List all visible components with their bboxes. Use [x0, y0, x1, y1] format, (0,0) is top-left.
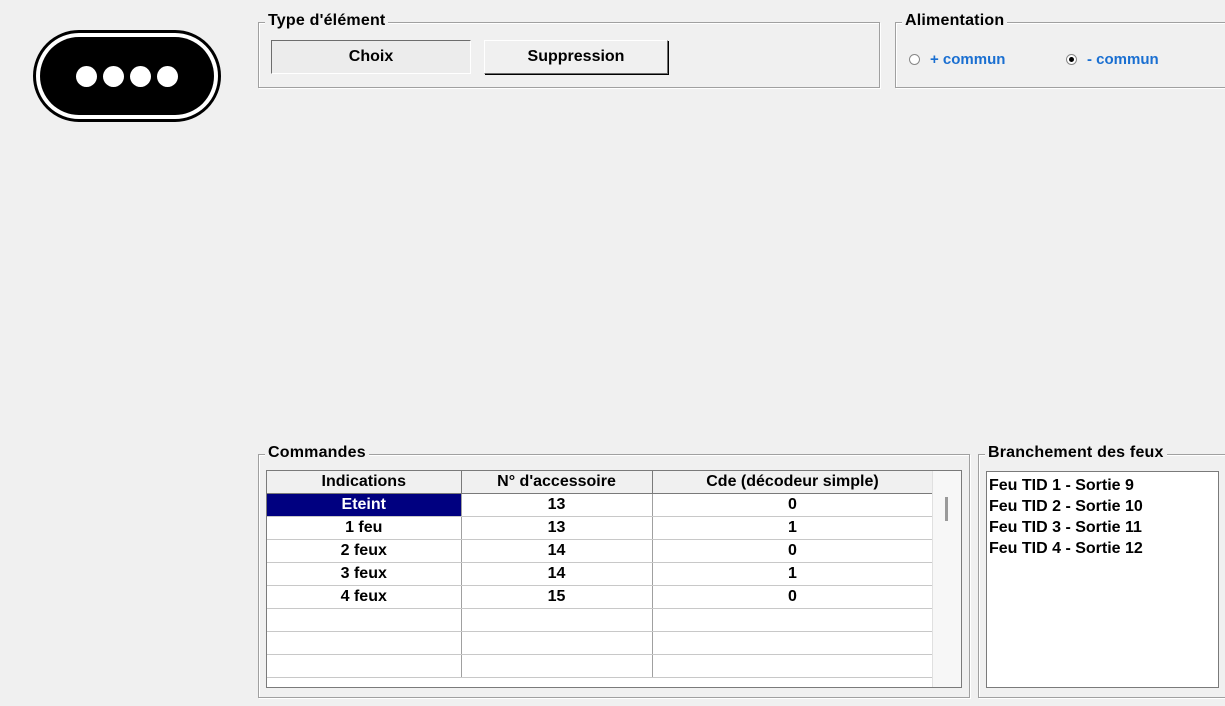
cell-accessoire[interactable] [461, 608, 653, 632]
cell-cde[interactable]: 0 [652, 585, 934, 609]
table-row[interactable] [267, 631, 934, 655]
radio-plus-commun-label: + commun [930, 51, 1006, 68]
list-item[interactable]: Feu TID 2 - Sortie 10 [989, 496, 1218, 517]
cell-cde[interactable] [652, 608, 934, 632]
radio-moins-commun-label: - commun [1087, 51, 1159, 68]
cell-indication[interactable] [267, 631, 462, 655]
cell-cde[interactable] [652, 631, 934, 655]
table-header-row: Indications N° d'accessoire Cde (décodeu… [267, 471, 934, 494]
lamp-icon [157, 65, 178, 87]
cell-indication[interactable] [267, 654, 462, 678]
list-item[interactable]: Feu TID 4 - Sortie 12 [989, 538, 1218, 559]
commandes-legend: Commandes [265, 444, 369, 462]
vertical-scrollbar[interactable] [932, 471, 961, 687]
cell-accessoire[interactable] [461, 631, 653, 655]
table-row[interactable]: 3 feux 14 1 [267, 562, 934, 586]
radio-plus-commun[interactable]: + commun [909, 51, 1005, 68]
cell-accessoire[interactable]: 14 [461, 539, 653, 563]
radio-moins-commun-indicator[interactable] [1066, 54, 1077, 65]
cell-accessoire[interactable]: 14 [461, 562, 653, 586]
cell-accessoire[interactable]: 13 [461, 493, 653, 517]
cell-cde[interactable]: 1 [652, 562, 934, 586]
cell-accessoire[interactable]: 15 [461, 585, 653, 609]
cell-cde[interactable]: 0 [652, 493, 934, 517]
choix-button[interactable]: Choix [271, 40, 471, 74]
table-row[interactable]: Eteint 13 0 [267, 493, 934, 517]
commandes-grid[interactable]: Indications N° d'accessoire Cde (décodeu… [266, 470, 962, 688]
table-row[interactable]: 2 feux 14 0 [267, 539, 934, 563]
table-row[interactable]: 4 feux 15 0 [267, 585, 934, 609]
signal-body [40, 37, 214, 115]
radio-plus-commun-indicator[interactable] [909, 54, 920, 65]
cell-cde[interactable]: 1 [652, 516, 934, 540]
table-row[interactable]: 1 feu 13 1 [267, 516, 934, 540]
cell-cde[interactable]: 0 [652, 539, 934, 563]
cell-indication[interactable]: 1 feu [267, 516, 462, 540]
radio-moins-commun[interactable]: - commun [1066, 51, 1159, 68]
column-header-accessoire[interactable]: N° d'accessoire [461, 471, 653, 494]
list-item[interactable]: Feu TID 3 - Sortie 11 [989, 517, 1218, 538]
cell-indication[interactable]: 3 feux [267, 562, 462, 586]
lamp-icon [103, 65, 124, 87]
list-item[interactable]: Feu TID 1 - Sortie 9 [989, 475, 1218, 496]
cell-indication[interactable]: 2 feux [267, 539, 462, 563]
signal-icon [33, 30, 221, 122]
column-header-indications[interactable]: Indications [267, 471, 462, 494]
cell-indication[interactable]: Eteint [267, 493, 462, 517]
cell-indication[interactable] [267, 608, 462, 632]
alimentation-group: Alimentation + commun - commun [895, 12, 1225, 88]
table-row[interactable] [267, 654, 934, 678]
column-header-cde[interactable]: Cde (décodeur simple) [652, 471, 934, 494]
branchement-listbox[interactable]: Feu TID 1 - Sortie 9 Feu TID 2 - Sortie … [986, 471, 1219, 688]
suppression-button[interactable]: Suppression [484, 40, 668, 74]
branchement-legend: Branchement des feux [985, 444, 1167, 462]
type-element-legend: Type d'élément [265, 12, 389, 30]
commandes-table: Indications N° d'accessoire Cde (décodeu… [267, 471, 934, 678]
lamp-icon [76, 65, 97, 87]
cell-accessoire[interactable]: 13 [461, 516, 653, 540]
cell-accessoire[interactable] [461, 654, 653, 678]
type-element-group: Type d'élément Choix Suppression [258, 12, 880, 88]
table-row[interactable] [267, 608, 934, 632]
cell-indication[interactable]: 4 feux [267, 585, 462, 609]
lamp-icon [130, 65, 151, 87]
scrollbar-thumb[interactable] [945, 497, 948, 521]
cell-cde[interactable] [652, 654, 934, 678]
alimentation-legend: Alimentation [902, 12, 1008, 30]
